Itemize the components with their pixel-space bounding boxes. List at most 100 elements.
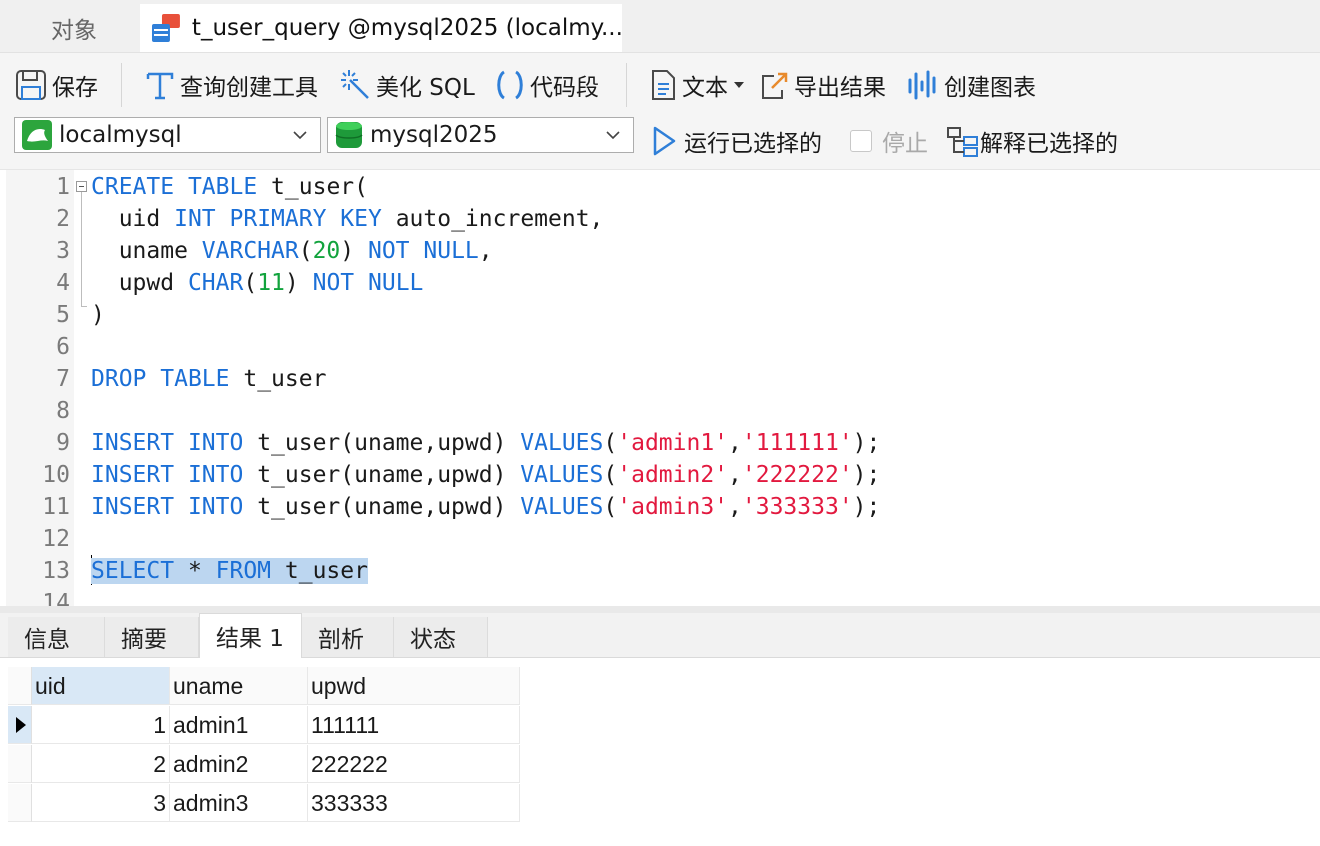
line-number: 13 (42, 558, 70, 584)
query-builder-button[interactable]: 查询创建工具 (144, 66, 318, 104)
tab-result-1[interactable]: 结果 1 (199, 613, 302, 658)
code-token: INTO (187, 430, 244, 456)
export-icon (762, 72, 788, 99)
code-token: SELECT (91, 558, 175, 584)
row-indicator[interactable] (8, 706, 32, 744)
line-number: 8 (56, 398, 70, 424)
code-token: t_user(uname,upwd) (243, 462, 521, 488)
table-cell[interactable]: 222222 (308, 745, 520, 783)
line-number: 4 (56, 270, 70, 296)
tab-status[interactable]: 状态 (394, 617, 488, 657)
save-icon (16, 70, 46, 100)
row-indicator[interactable] (8, 784, 32, 822)
table-cell[interactable]: 111111 (308, 706, 520, 744)
code-text: ) (91, 299, 105, 331)
code-token: , (478, 238, 493, 264)
code-token: NULL (368, 270, 424, 296)
code-token: , (728, 462, 742, 488)
database-select[interactable]: mysql2025 (327, 117, 634, 153)
code-token: , (728, 494, 742, 520)
code-text: INSERT INTO t_user(uname,upwd) VALUES('a… (91, 459, 880, 491)
row-indicator[interactable] (8, 745, 32, 783)
text-mode-label: 文本 (682, 75, 728, 101)
code-token: 'admin3' (617, 494, 729, 520)
chevron-down-icon (293, 131, 307, 140)
save-button[interactable]: 保存 (14, 66, 98, 104)
code-token: uname (91, 238, 202, 264)
tab-query[interactable]: t_user_query @mysql2025 (localmy... (140, 4, 622, 52)
main-toolbar: 保存 查询创建工具 美化 SQL 代码段 文本 导出结果 创建图表 (0, 53, 1320, 115)
line-number: 1 (56, 174, 70, 200)
chart-icon (908, 70, 936, 100)
tab-objects[interactable]: 对象 (8, 4, 140, 52)
code-token: 11 (257, 270, 285, 296)
beautify-sql-button[interactable]: 美化 SQL (340, 66, 475, 104)
code-token: auto_increment, (381, 206, 604, 232)
tab-profile[interactable]: 剖析 (302, 617, 394, 657)
code-token: t_user( (257, 174, 368, 200)
column-header-uid[interactable]: uid (32, 667, 170, 705)
run-selected-button[interactable]: 运行已选择的 (650, 123, 822, 159)
document-tab-bar: 对象 t_user_query @mysql2025 (localmy... (0, 0, 1320, 53)
code-token: uid (91, 206, 175, 232)
export-results-button[interactable]: 导出结果 (758, 66, 886, 104)
toolbar-divider (626, 63, 627, 107)
code-text: uname VARCHAR(20) NOT NULL, (91, 235, 493, 267)
server-select[interactable]: localmysql (14, 117, 321, 153)
chevron-down-icon (606, 131, 620, 140)
code-token: KEY (340, 206, 382, 232)
explain-selected-label: 解释已选择的 (980, 131, 1118, 157)
tab-info[interactable]: 信息 (8, 617, 105, 657)
stop-button[interactable]: 停止 (850, 123, 928, 159)
table-cell[interactable]: admin1 (170, 706, 308, 744)
code-token: NOT (367, 238, 410, 264)
code-token: , (728, 430, 742, 456)
stop-label: 停止 (882, 131, 928, 157)
sql-editor[interactable]: 1 CREATE TABLE t_user(2 uid INT PRIMARY K… (0, 170, 1320, 606)
text-mode-dropdown[interactable]: 文本 (648, 66, 744, 104)
code-token: ( (298, 238, 313, 264)
editor-results-splitter[interactable] (0, 606, 1320, 613)
code-token: t_user(uname,upwd) (243, 494, 521, 520)
table-cell[interactable]: 2 (32, 745, 170, 783)
line-number: 9 (56, 430, 70, 456)
tab-summary[interactable]: 摘要 (105, 617, 199, 657)
mysql-server-icon (22, 120, 52, 150)
line-number: 11 (42, 494, 70, 520)
fold-toggle-icon[interactable] (76, 181, 87, 192)
line-number: 12 (42, 526, 70, 552)
table-cell[interactable]: 1 (32, 706, 170, 744)
code-text: CREATE TABLE t_user( (91, 171, 368, 203)
run-selected-label: 运行已选择的 (684, 131, 822, 157)
explain-selected-button[interactable]: 解释已选择的 (946, 123, 1118, 159)
code-token: ) (91, 302, 105, 328)
code-token: TABLE (160, 366, 230, 392)
code-token: ( (243, 270, 258, 296)
code-token: ); (852, 494, 881, 520)
line-number: 2 (56, 206, 70, 232)
code-token: FROM (215, 558, 272, 584)
code-token: INTO (187, 462, 244, 488)
code-token: ( (603, 494, 618, 520)
code-token: '111111' (741, 430, 853, 456)
code-snippet-label: 代码段 (530, 75, 599, 101)
table-cell[interactable]: 333333 (308, 784, 520, 822)
code-token: INTO (187, 494, 244, 520)
column-header-upwd[interactable]: upwd (308, 667, 520, 705)
table-cell[interactable]: admin3 (170, 784, 308, 822)
column-header-uname[interactable]: uname (170, 667, 308, 705)
code-text: upwd CHAR(11) NOT NULL (91, 267, 424, 299)
line-number: 3 (56, 238, 70, 264)
tab-query-label: t_user_query @mysql2025 (localmy... (191, 15, 622, 41)
table-cell[interactable]: admin2 (170, 745, 308, 783)
code-token: 'admin1' (617, 430, 729, 456)
create-chart-button[interactable]: 创建图表 (906, 66, 1036, 104)
table-cell[interactable]: 3 (32, 784, 170, 822)
code-snippet-button[interactable]: 代码段 (494, 66, 599, 104)
chevron-down-icon (734, 82, 744, 88)
